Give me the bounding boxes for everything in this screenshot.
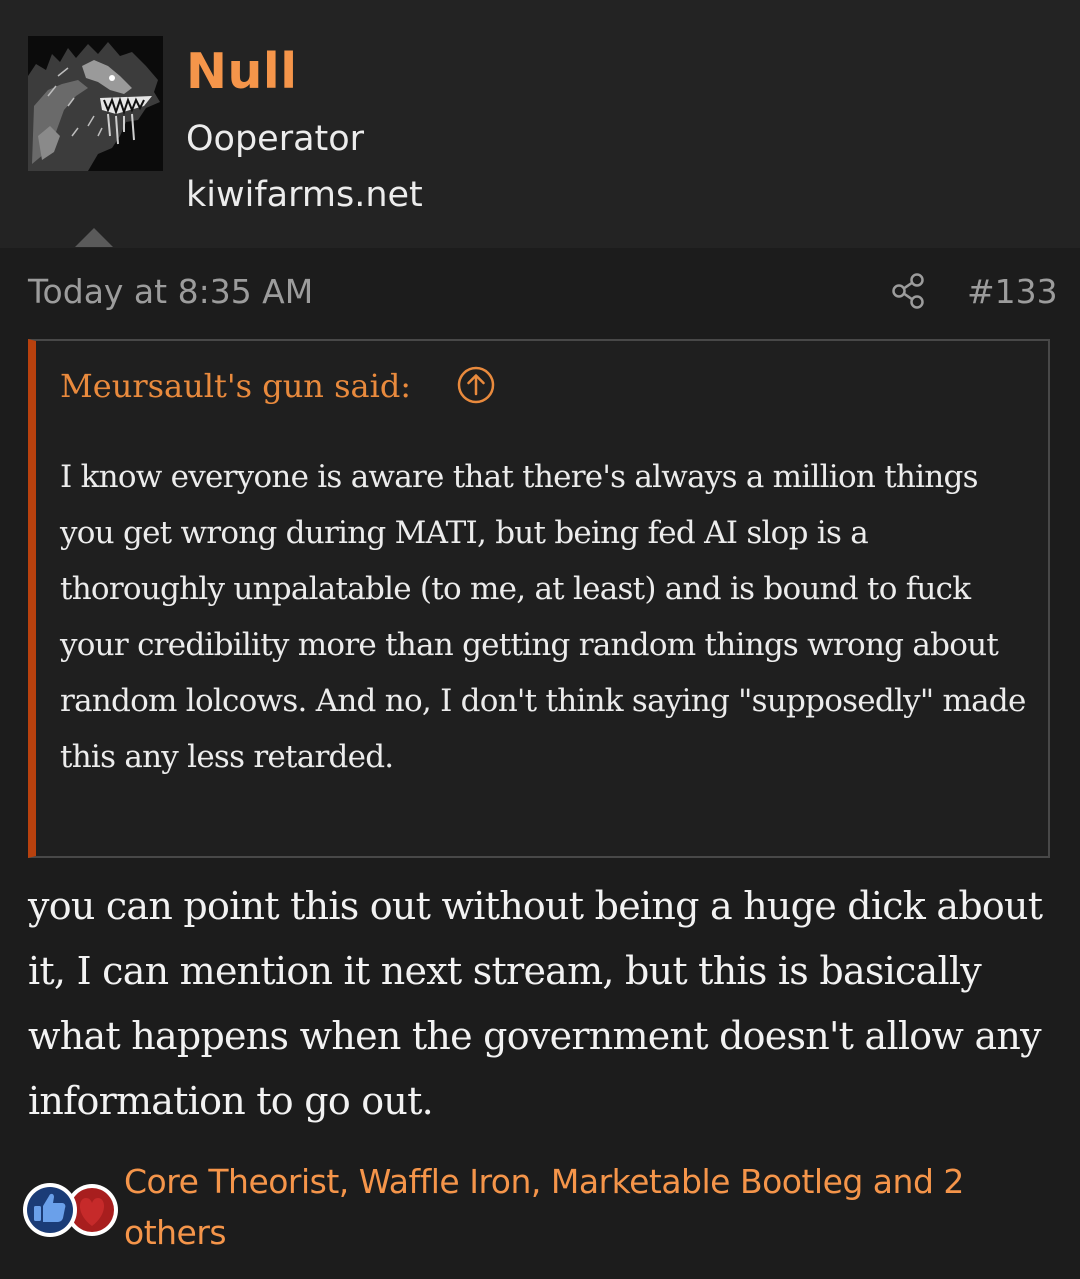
user-site: kiwifarms.net — [186, 175, 423, 215]
post-number-link[interactable]: #133 — [967, 270, 1058, 314]
quote-block: Meursault's gun said: I know everyone is… — [28, 339, 1050, 858]
user-avatar[interactable] — [28, 36, 163, 171]
wolf-avatar-icon — [28, 36, 163, 171]
post-timestamp[interactable]: Today at 8:35 AM — [28, 270, 313, 314]
username-link[interactable]: Null — [186, 42, 297, 102]
reaction-list-link[interactable]: Core Theorist, Waffle Iron, Marketable B… — [124, 1156, 1044, 1258]
post-body: you can point this out without being a h… — [28, 884, 1043, 1123]
quote-attribution[interactable]: Meursault's gun said: — [60, 363, 411, 409]
share-icon[interactable] — [890, 272, 928, 310]
collapse-arrow-icon — [75, 228, 113, 247]
user-title: Ooperator — [186, 119, 365, 159]
reaction-icons[interactable] — [22, 1180, 122, 1240]
quote-text: I know everyone is aware that there's al… — [60, 459, 1026, 775]
arrow-up-circle-icon[interactable] — [456, 365, 496, 405]
user-header: Null Ooperator kiwifarms.net — [0, 0, 1080, 248]
